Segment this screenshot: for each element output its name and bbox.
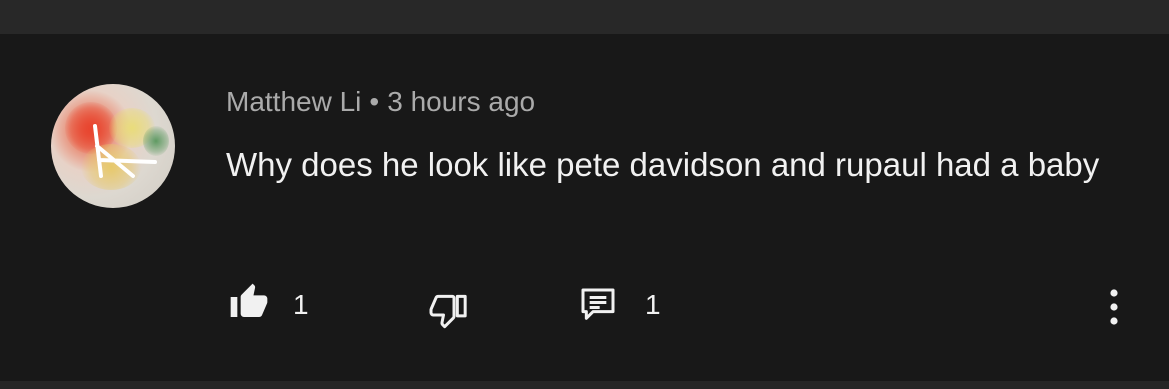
comment-timestamp[interactable]: 3 hours ago: [387, 86, 535, 117]
comment-icon[interactable]: [578, 285, 618, 325]
comment-card: Matthew Li • 3 hours ago Why does he look …: [0, 34, 1169, 381]
author-name[interactable]: Matthew Li: [226, 86, 361, 117]
bottom-bar: [0, 381, 1169, 389]
comment-actions: 1 1: [0, 282, 1169, 344]
reply-count: 1: [645, 289, 661, 320]
avatar[interactable]: [51, 84, 175, 208]
avatar-sketch-icon: [93, 124, 157, 178]
comment-text: Why does he look like pete davidson and …: [226, 146, 1100, 183]
more-vertical-icon[interactable]: [1108, 287, 1120, 327]
top-bar: [0, 0, 1169, 34]
thumbs-down-icon[interactable]: [429, 293, 469, 333]
meta-separator: •: [369, 86, 380, 117]
comment-meta: Matthew Li • 3 hours ago: [226, 86, 535, 118]
thumbs-up-icon[interactable]: [229, 282, 269, 322]
like-count: 1: [293, 289, 309, 320]
